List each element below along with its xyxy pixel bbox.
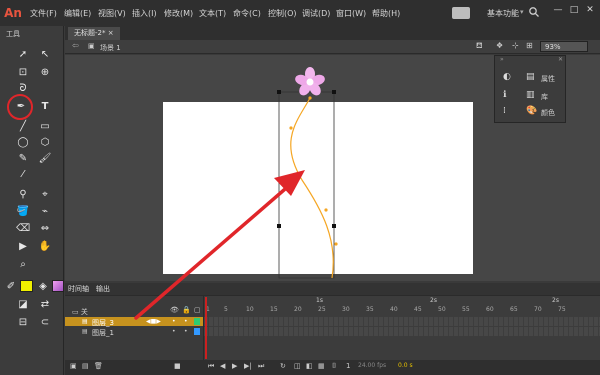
red-arrowhead (274, 170, 305, 196)
annotation-arrow-overlay (134, 170, 305, 320)
red-arrow-line (134, 181, 294, 320)
